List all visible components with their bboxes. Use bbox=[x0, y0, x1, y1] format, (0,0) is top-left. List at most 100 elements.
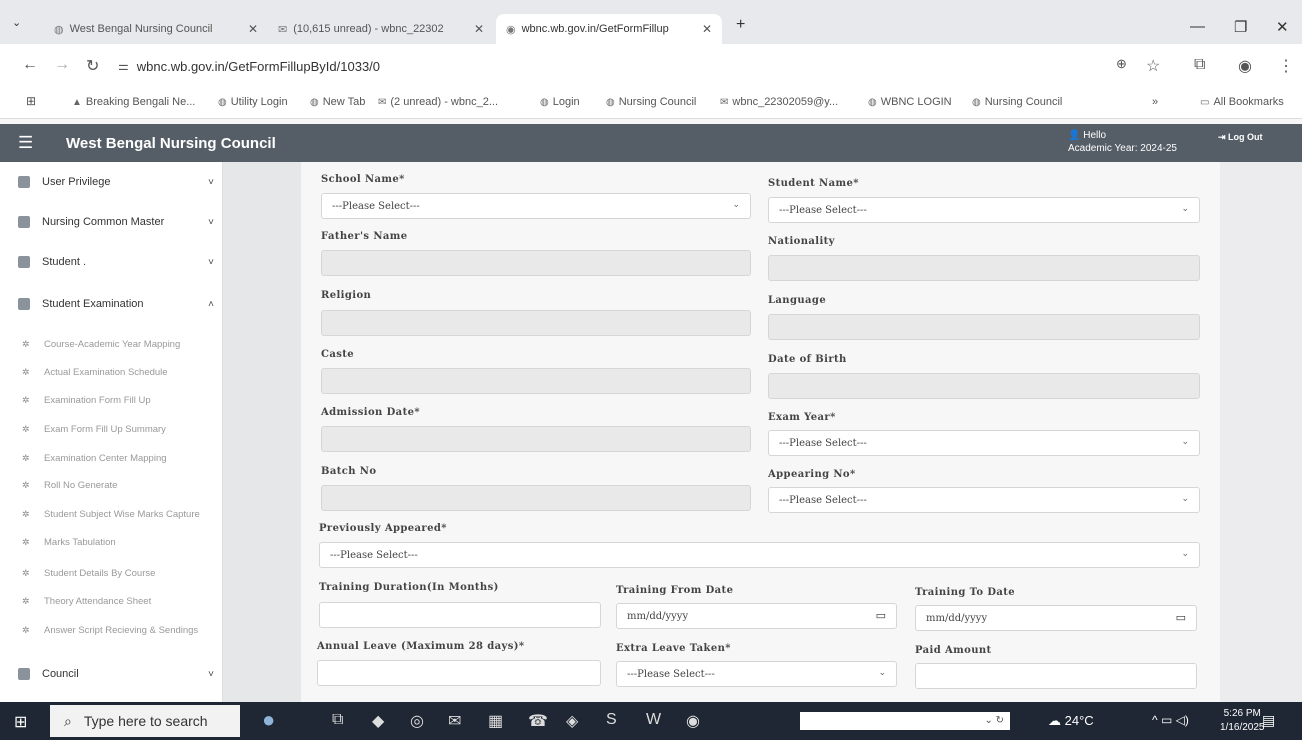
sidebar-subitem-label: Examination Center Mapping bbox=[44, 453, 167, 464]
sidebar-subitem-answer-script-recieving[interactable]: ✲ Answer Script Recieving & Sendings bbox=[22, 625, 198, 636]
new-tab-button[interactable]: + bbox=[736, 16, 745, 34]
profile-avatar-icon[interactable]: ◉ bbox=[1238, 56, 1252, 76]
bookmark-item[interactable]: ◍ Utility Login bbox=[218, 96, 288, 108]
sidebar-subitem-course-academic-year-mapping[interactable]: ✲ Course-Academic Year Mapping bbox=[22, 339, 180, 350]
tab-close-icon[interactable]: ✕ bbox=[702, 22, 712, 36]
bookmark-item[interactable]: ◍ WBNC LOGIN bbox=[868, 96, 952, 108]
apps-grid-icon[interactable]: ⊞ bbox=[26, 94, 36, 108]
extensions-icon[interactable]: ⧉ bbox=[1194, 56, 1205, 74]
phone-icon[interactable]: ☎ bbox=[528, 711, 548, 731]
sidebar-subitem-label: Roll No Generate bbox=[44, 480, 118, 491]
bookmark-item[interactable]: ◍ New Tab bbox=[310, 96, 365, 108]
extra-leave-select[interactable]: ---Please Select--- ⌄ bbox=[616, 661, 897, 687]
sidebar-subitem-marks-tabulation[interactable]: ✲ Marks Tabulation bbox=[22, 537, 116, 548]
sidebar-item-nursing-common-master[interactable]: Nursing Common Master ˅ bbox=[18, 210, 214, 234]
site-settings-icon[interactable]: ⚌ bbox=[118, 59, 129, 73]
edge-icon[interactable]: ◎ bbox=[410, 711, 424, 731]
menu-icon[interactable]: ⋮ bbox=[1278, 56, 1294, 76]
forward-icon[interactable]: → bbox=[54, 56, 70, 74]
bookmarks-overflow-button[interactable]: » bbox=[1152, 96, 1158, 108]
word-icon[interactable]: W bbox=[646, 711, 661, 729]
bookmark-item[interactable]: ◍ Nursing Council bbox=[972, 96, 1062, 108]
close-window-icon[interactable]: ✕ bbox=[1276, 18, 1289, 36]
training-from-date-input[interactable]: mm/dd/yyyy ▭ bbox=[616, 603, 897, 629]
bookmark-item[interactable]: ▲ Breaking Bengali Ne... bbox=[72, 96, 195, 108]
tab-close-icon[interactable]: ✕ bbox=[248, 22, 258, 36]
right-panel bbox=[1220, 162, 1302, 702]
all-bookmarks-button[interactable]: ▭ All Bookmarks bbox=[1200, 96, 1284, 108]
sidebar-item-label: Student Examination bbox=[42, 298, 144, 310]
taskbar-toolbar-field[interactable]: ⌄ ↻ bbox=[800, 712, 1010, 730]
calendar-icon[interactable]: ▭ bbox=[1176, 611, 1186, 624]
sidebar-item-label: User Privilege bbox=[42, 176, 111, 188]
sidebar-item-student[interactable]: Student . ˅ bbox=[18, 250, 214, 274]
taskbar-clock[interactable]: 5:26 PM 1/16/2025 bbox=[1220, 707, 1265, 735]
select-value: ---Please Select--- bbox=[330, 549, 418, 561]
tab-get-form-fillup[interactable]: ◉ wbnc.wb.gov.in/GetFormFillup ✕ bbox=[496, 14, 722, 44]
app-icon[interactable]: ◆ bbox=[372, 711, 384, 731]
taskbar-search-box[interactable]: ⌕ Type here to search bbox=[50, 705, 240, 737]
task-view-icon[interactable]: ⧉ bbox=[332, 711, 343, 729]
student-name-select[interactable]: ---Please Select--- ⌄ bbox=[768, 197, 1200, 223]
sidebar-item-council[interactable]: Council ˅ bbox=[18, 662, 214, 686]
select-value: ---Please Select--- bbox=[779, 204, 867, 216]
hamburger-menu-icon[interactable]: ☰ bbox=[18, 133, 33, 153]
training-duration-label: Training Duration(In Months) bbox=[319, 582, 499, 593]
bookmark-item[interactable]: ◍ Login bbox=[540, 96, 580, 108]
tab-search-chevron-icon[interactable]: ⌄ bbox=[12, 16, 21, 29]
sidebar-subitem-examination-form-fill-up[interactable]: ✲ Examination Form Fill Up bbox=[22, 395, 151, 406]
training-duration-input[interactable] bbox=[319, 602, 601, 628]
sidebar-subitem-exam-form-fill-up-summary[interactable]: ✲ Exam Form Fill Up Summary bbox=[22, 424, 166, 435]
paid-amount-input[interactable] bbox=[915, 663, 1197, 689]
bookmark-star-icon[interactable]: ☆ bbox=[1146, 56, 1160, 76]
sidebar-subitem-theory-attendance-sheet[interactable]: ✲ Theory Attendance Sheet bbox=[22, 596, 151, 607]
bookmark-item[interactable]: ◍ Nursing Council bbox=[606, 96, 696, 108]
appearing-no-select[interactable]: ---Please Select--- ⌄ bbox=[768, 487, 1200, 513]
calendar-icon[interactable]: ▭ bbox=[876, 609, 886, 622]
clock-time: 5:26 PM bbox=[1223, 708, 1261, 719]
back-icon[interactable]: ← bbox=[22, 56, 38, 74]
mail-icon: ✉ bbox=[378, 96, 387, 108]
globe-icon: ◍ bbox=[606, 96, 615, 108]
sidebar-subitem-student-details-by-course[interactable]: ✲ Student Details By Course bbox=[22, 568, 155, 579]
annual-leave-input[interactable] bbox=[317, 660, 601, 686]
chrome-icon[interactable]: ◉ bbox=[686, 711, 700, 731]
gear-icon: ✲ bbox=[22, 568, 30, 578]
cortana-icon[interactable]: ● bbox=[262, 707, 275, 733]
exam-year-select[interactable]: ---Please Select--- ⌄ bbox=[768, 430, 1200, 456]
tab-west-bengal-nursing-council[interactable]: ◍ West Bengal Nursing Council ✕ bbox=[44, 14, 268, 44]
tab-mail-unread[interactable]: ✉ (10,615 unread) - wbnc_22302 ✕ bbox=[268, 14, 494, 44]
logout-button[interactable]: ⇥ Log Out bbox=[1218, 132, 1263, 143]
store-icon[interactable]: ▦ bbox=[488, 711, 503, 731]
sidebar-subitem-student-subject-wise-marks-capture[interactable]: ✲ Student Subject Wise Marks Capture bbox=[22, 509, 200, 520]
notification-icon[interactable]: ▤ bbox=[1262, 712, 1275, 729]
bookmark-item[interactable]: ✉ (2 unread) - wbnc_2... bbox=[378, 96, 498, 108]
school-name-select[interactable]: ---Please Select--- ⌄ bbox=[321, 193, 751, 219]
training-to-date-input[interactable]: mm/dd/yyyy ▭ bbox=[915, 605, 1197, 631]
system-tray-icons[interactable]: ^ ▭ ◁) bbox=[1152, 713, 1189, 727]
minimize-icon[interactable]: — bbox=[1190, 18, 1205, 35]
exam-year-label: Exam Year* bbox=[768, 412, 836, 423]
previously-appeared-select[interactable]: ---Please Select--- ⌄ bbox=[319, 542, 1200, 568]
gear-icon: ✲ bbox=[22, 424, 30, 434]
weather-widget[interactable]: ☁ 24°C bbox=[1048, 713, 1094, 729]
windows-start-icon[interactable]: ⊞ bbox=[14, 712, 27, 732]
skype-icon[interactable]: S bbox=[606, 711, 617, 729]
sidebar-subitem-roll-no-generate[interactable]: ✲ Roll No Generate bbox=[22, 480, 117, 491]
sidebar-item-user-privilege[interactable]: User Privilege ˅ bbox=[18, 170, 214, 194]
app-icon[interactable]: ◈ bbox=[566, 711, 578, 731]
tab-close-icon[interactable]: ✕ bbox=[474, 22, 484, 36]
mail-app-icon[interactable]: ✉ bbox=[448, 711, 461, 731]
zoom-icon[interactable]: ⊕ bbox=[1116, 56, 1127, 72]
restore-icon[interactable]: ❐ bbox=[1234, 18, 1247, 36]
sidebar-subitem-actual-examination-schedule[interactable]: ✲ Actual Examination Schedule bbox=[22, 367, 168, 378]
appearing-no-label: Appearing No* bbox=[768, 469, 856, 480]
sidebar-subitem-examination-center-mapping[interactable]: ✲ Examination Center Mapping bbox=[22, 453, 167, 464]
bookmark-item[interactable]: ✉ wbnc_22302059@y... bbox=[720, 96, 838, 108]
sidebar-subitem-label: Student Details By Course bbox=[44, 568, 156, 579]
sidebar-subitem-label: Theory Attendance Sheet bbox=[44, 596, 152, 607]
reload-icon[interactable]: ↻ bbox=[86, 56, 99, 76]
sidebar-item-student-examination[interactable]: Student Examination ˄ bbox=[18, 292, 214, 316]
url-field[interactable]: ⚌ wbnc.wb.gov.in/GetFormFillupById/1033/… bbox=[118, 54, 1168, 78]
globe-icon: ◍ bbox=[310, 96, 319, 108]
